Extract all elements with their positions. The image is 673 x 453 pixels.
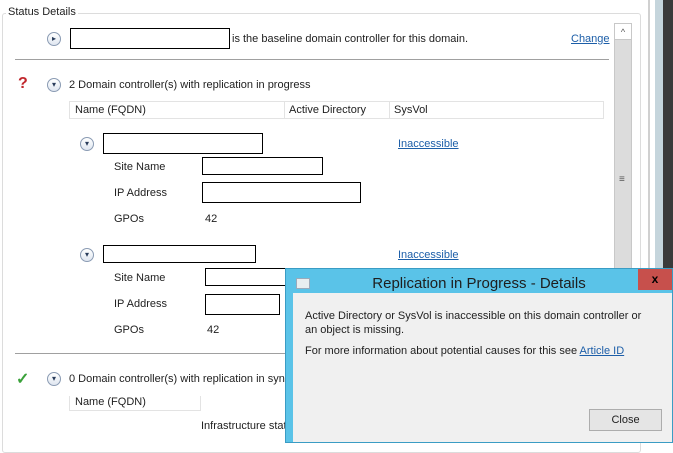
divider [15,59,609,60]
in-sync-col-name[interactable]: Name (FQDN) [69,396,201,411]
in-sync-summary: 0 Domain controller(s) with replication … [69,373,291,385]
group-title: Status Details [6,6,78,18]
scroll-thumb-grip-icon[interactable]: ≡ [619,174,625,185]
table-header: Name (FQDN) Active Directory SysVol [69,101,604,119]
col-ad[interactable]: Active Directory [284,102,366,118]
close-icon[interactable]: x [638,269,672,290]
site-value [205,268,287,286]
divider [15,353,290,354]
collapse-icon[interactable]: ▾ [80,248,94,262]
collapse-icon[interactable]: ▾ [47,78,61,92]
change-link[interactable]: Change [571,33,610,45]
replication-details-dialog: Replication in Progress - Details x Acti… [285,268,673,443]
expand-icon[interactable]: ▸ [47,32,61,46]
site-label: Site Name [114,161,166,173]
sysvol-status-link[interactable]: Inaccessible [398,249,459,261]
collapse-icon[interactable]: ▾ [80,137,94,151]
ip-label: IP Address [114,298,167,310]
ip-value [202,182,361,203]
gpos-value: 42 [207,324,220,336]
col-name[interactable]: Name (FQDN) [75,104,146,116]
gpos-label: GPOs [114,324,144,336]
baseline-text: is the baseline domain controller for th… [232,33,469,45]
ip-label: IP Address [114,187,167,199]
baseline-dc-name [70,28,230,49]
more-info-text: For more information about potential cau… [305,345,578,357]
site-value [202,157,323,175]
question-icon: ? [18,75,28,92]
dialog-message: Active Directory or SysVol is inaccessib… [305,310,642,336]
infrastructure-label: Infrastructure statu [201,420,293,432]
collapse-icon[interactable]: ▾ [47,372,61,386]
checkmark-icon: ✓ [16,371,30,388]
close-button[interactable]: Close [589,409,662,431]
dc-name [103,133,263,154]
in-progress-summary: 2 Domain controller(s) with replication … [69,79,311,91]
col-sysvol[interactable]: SysVol [389,102,428,118]
ip-value [205,294,280,315]
article-link[interactable]: Article ID [580,345,625,357]
dialog-title: Replication in Progress - Details [372,275,586,292]
gpos-label: GPOs [114,213,144,225]
gpos-value: 42 [205,213,218,225]
site-label: Site Name [114,272,166,284]
sysvol-status-link[interactable]: Inaccessible [398,138,459,150]
scroll-up-icon[interactable]: ^ [615,24,631,40]
dc-name [103,245,256,263]
